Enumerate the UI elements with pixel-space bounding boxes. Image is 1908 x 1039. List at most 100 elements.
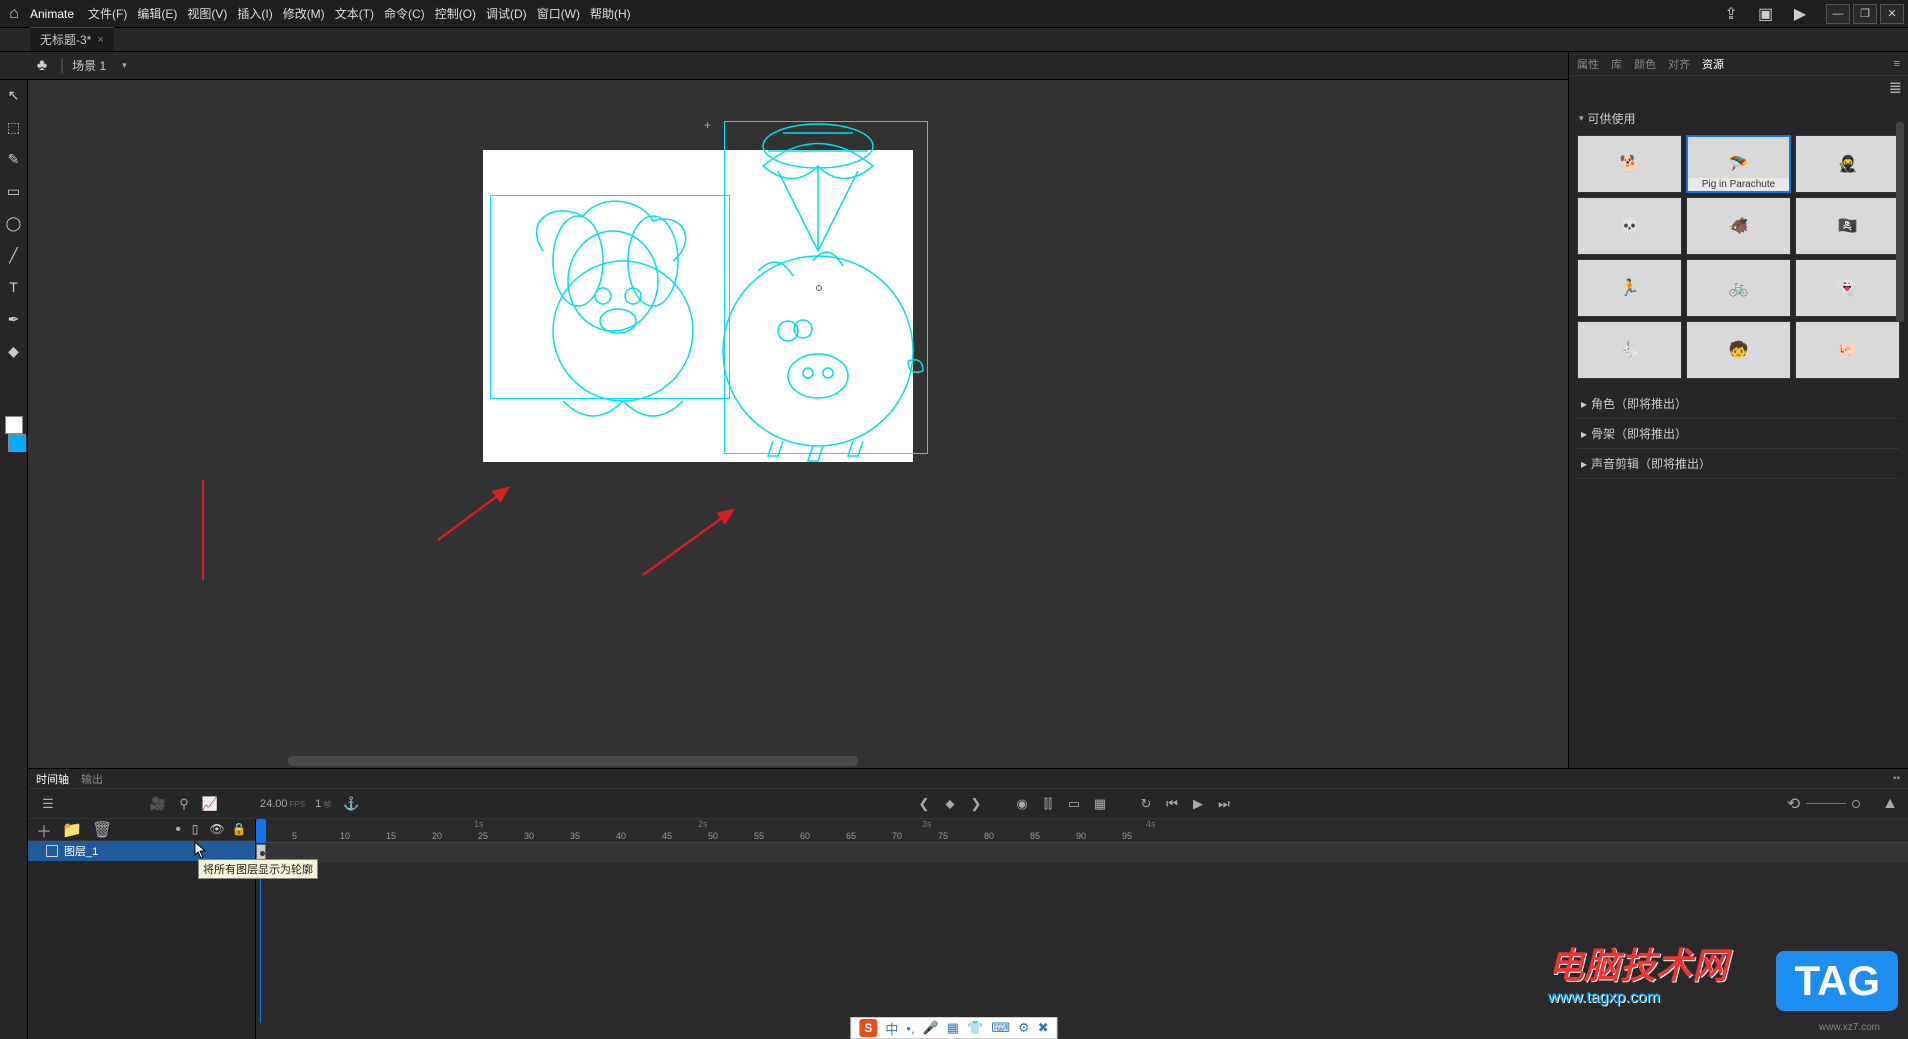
panel-list-icon[interactable]: ≣ bbox=[1889, 78, 1902, 98]
tab-library[interactable]: 库 bbox=[1611, 56, 1622, 72]
asset-tile[interactable]: 🐗 bbox=[1686, 197, 1791, 255]
ime-item[interactable]: 中 bbox=[885, 1019, 898, 1038]
selection-box-dog[interactable] bbox=[490, 195, 730, 399]
menu-window[interactable]: 窗口(W) bbox=[537, 5, 580, 22]
play-icon[interactable]: ▶ bbox=[1188, 794, 1208, 814]
play-test-icon[interactable]: ▶ bbox=[1787, 4, 1813, 24]
zoom-reset-icon[interactable]: ⟲ bbox=[1787, 794, 1800, 814]
panel-collapse-icon[interactable]: ▪▪ bbox=[1893, 773, 1900, 784]
menu-insert[interactable]: 插入(I) bbox=[237, 5, 272, 22]
pen-tool-icon[interactable]: ✒ bbox=[3, 308, 25, 330]
tab-properties[interactable]: 属性 bbox=[1577, 56, 1599, 72]
layers-menu-icon[interactable]: ☰ bbox=[38, 794, 58, 814]
camera-icon[interactable]: 🎥 bbox=[148, 794, 168, 814]
asset-tile[interactable]: 👻 bbox=[1795, 259, 1900, 317]
section-audio[interactable]: ▸声音剪辑（即将推出） bbox=[1577, 449, 1900, 479]
menu-edit[interactable]: 编辑(E) bbox=[137, 5, 177, 22]
ime-item[interactable]: •, bbox=[906, 1021, 914, 1036]
ime-keyboard-icon[interactable]: ⌨ bbox=[991, 1020, 1010, 1036]
ime-close-icon[interactable]: ✖ bbox=[1038, 1020, 1049, 1036]
asset-tile[interactable]: 🐖 bbox=[1795, 321, 1900, 379]
lock-toggle-icon[interactable]: 🔒 bbox=[231, 821, 247, 837]
tab-output[interactable]: 输出 bbox=[81, 771, 103, 787]
timeline-zoom[interactable]: ⟲ ▲ bbox=[1787, 794, 1898, 814]
menu-command[interactable]: 命令(C) bbox=[384, 5, 425, 22]
section-rigs[interactable]: ▸骨架（即将推出） bbox=[1577, 419, 1900, 449]
rectangle-tool-icon[interactable]: ▭ bbox=[3, 180, 25, 202]
fps-display[interactable]: 24.00 FPS bbox=[260, 798, 305, 810]
loop-icon[interactable]: ↻ bbox=[1136, 794, 1156, 814]
asset-tile[interactable]: 🪂 Pig in Parachute bbox=[1686, 135, 1791, 193]
menu-modify[interactable]: 修改(M) bbox=[283, 5, 325, 22]
asset-tile[interactable]: 💀 bbox=[1577, 197, 1682, 255]
ime-logo-icon[interactable]: S bbox=[859, 1019, 877, 1037]
stage[interactable]: + bbox=[28, 80, 1568, 768]
visibility-toggle-icon[interactable]: 👁 bbox=[209, 821, 225, 837]
menu-help[interactable]: 帮助(H) bbox=[590, 5, 631, 22]
step-back-icon[interactable]: ⏮ bbox=[1162, 794, 1182, 814]
assets-scrollbar[interactable] bbox=[1896, 122, 1904, 322]
menu-control[interactable]: 控制(O) bbox=[435, 5, 476, 22]
menu-debug[interactable]: 调试(D) bbox=[486, 5, 527, 22]
brush-tool-icon[interactable]: ✎ bbox=[3, 148, 25, 170]
text-tool-icon[interactable]: T bbox=[3, 276, 25, 298]
next-keyframe-icon[interactable]: ❯ bbox=[966, 794, 986, 814]
workspace-icon[interactable]: ▣ bbox=[1753, 4, 1779, 24]
document-tab[interactable]: 无标题-3* × bbox=[30, 27, 114, 51]
window-maximize[interactable]: ❐ bbox=[1853, 4, 1877, 24]
asset-tile[interactable]: 🧒 bbox=[1686, 321, 1791, 379]
highlight-dot-icon[interactable]: • bbox=[175, 821, 181, 839]
bucket-tool-icon[interactable]: ◆ bbox=[3, 340, 25, 362]
tab-assets[interactable]: 资源 bbox=[1702, 56, 1724, 72]
home-icon[interactable]: ⌂ bbox=[4, 4, 24, 24]
marker-icon[interactable]: ▭ bbox=[1064, 794, 1084, 814]
layer-parent-icon[interactable]: ⚲ bbox=[174, 794, 194, 814]
section-characters[interactable]: ▸角色（即将推出） bbox=[1577, 389, 1900, 419]
asset-tile[interactable]: 🥷 bbox=[1795, 135, 1900, 193]
ime-settings-icon[interactable]: ⚙ bbox=[1018, 1020, 1030, 1036]
ime-skin-icon[interactable]: 👕 bbox=[967, 1020, 983, 1036]
tab-color[interactable]: 颜色 bbox=[1634, 56, 1656, 72]
outline-toggle-icon[interactable]: ▯ bbox=[187, 821, 203, 837]
asset-tile[interactable]: 🐇 bbox=[1577, 321, 1682, 379]
anchor-icon[interactable]: ⚓ bbox=[341, 794, 361, 814]
onion-skin-icon[interactable]: ◉ bbox=[1012, 794, 1032, 814]
panel-menu-icon[interactable]: ≡ bbox=[1894, 58, 1900, 70]
selection-tool-icon[interactable]: ↖ bbox=[3, 84, 25, 106]
scene-label[interactable]: 场景 1 bbox=[72, 57, 106, 74]
window-close[interactable]: ✕ bbox=[1880, 4, 1904, 24]
edit-multiple-icon[interactable]: ⫿⫿ bbox=[1038, 794, 1058, 814]
scene-icon[interactable]: ♣ bbox=[32, 56, 52, 76]
asset-tile[interactable]: 🏴‍☠️ bbox=[1795, 197, 1900, 255]
insert-keyframe-icon[interactable]: ⬥ bbox=[940, 794, 960, 814]
stroke-color-swatch[interactable] bbox=[5, 416, 23, 434]
ime-toolbar[interactable]: S 中 •, 🎤 ▦ 👕 ⌨ ⚙ ✖ bbox=[850, 1017, 1057, 1039]
prev-keyframe-icon[interactable]: ❮ bbox=[914, 794, 934, 814]
delete-layer-icon[interactable]: 🗑 bbox=[92, 820, 112, 840]
new-layer-icon[interactable]: ＋ bbox=[36, 818, 52, 842]
menu-file[interactable]: 文件(F) bbox=[88, 5, 127, 22]
frame-track[interactable] bbox=[256, 843, 1908, 863]
tab-align[interactable]: 对齐 bbox=[1668, 56, 1690, 72]
menu-view[interactable]: 视图(V) bbox=[187, 5, 227, 22]
asset-tile[interactable]: 🚲 bbox=[1686, 259, 1791, 317]
free-transform-tool-icon[interactable]: ⬚ bbox=[3, 116, 25, 138]
tab-timeline[interactable]: 时间轴 bbox=[36, 771, 69, 787]
frame-height-icon[interactable]: ▲ bbox=[1882, 795, 1898, 813]
frame-display[interactable]: 1 帧 bbox=[315, 798, 331, 810]
step-forward-icon[interactable]: ⏭ bbox=[1214, 794, 1234, 814]
ime-item[interactable]: ▦ bbox=[947, 1020, 959, 1036]
menu-text[interactable]: 文本(T) bbox=[335, 5, 374, 22]
asset-tile[interactable]: 🏃 bbox=[1577, 259, 1682, 317]
ime-mic-icon[interactable]: 🎤 bbox=[923, 1020, 939, 1036]
playhead[interactable] bbox=[256, 819, 266, 843]
window-minimize[interactable]: — bbox=[1826, 4, 1850, 24]
asset-tile[interactable]: 🐕 bbox=[1577, 135, 1682, 193]
close-tab-icon[interactable]: × bbox=[97, 34, 103, 46]
oval-tool-icon[interactable]: ◯ bbox=[3, 212, 25, 234]
selection-box-pig[interactable] bbox=[724, 121, 928, 454]
frame-view-icon[interactable]: ▦ bbox=[1090, 794, 1110, 814]
layer-row[interactable]: 图层_1 bbox=[28, 841, 255, 861]
share-icon[interactable]: ⇪ bbox=[1718, 4, 1744, 24]
fill-color-swatch[interactable] bbox=[8, 434, 26, 452]
